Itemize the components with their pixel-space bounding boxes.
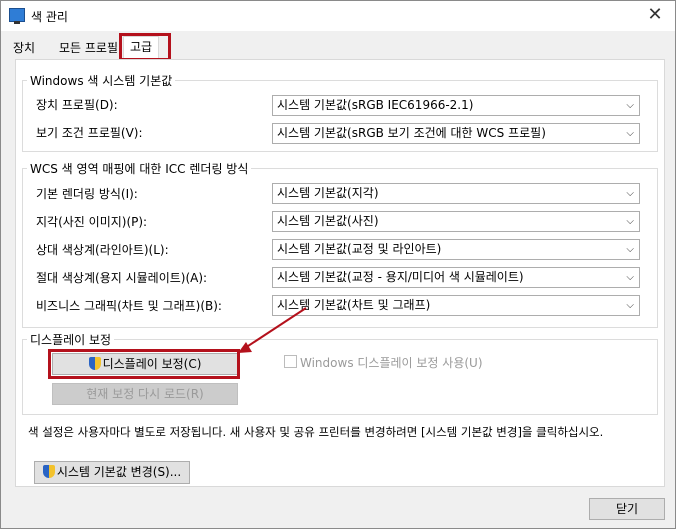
change-system-defaults-label: 시스템 기본값 변경(S)... [56, 465, 182, 479]
info-text: 색 설정은 사용자마다 별도로 저장됩니다. 새 사용자 및 공유 프린터를 변… [28, 425, 604, 439]
uac-shield-icon [42, 465, 55, 478]
close-window-button[interactable]: ✕ [641, 3, 669, 27]
monitor-icon [9, 8, 25, 24]
title-bar: 색 관리 ✕ [1, 1, 675, 31]
close-button[interactable]: 닫기 [589, 498, 665, 520]
tab-strip: 장치 모든 프로필 고급 [1, 36, 675, 60]
color-management-window: 색 관리 ✕ 장치 모든 프로필 고급 Windows 색 시스템 기본값 장치… [0, 0, 676, 529]
window-title: 색 관리 [31, 10, 68, 24]
tab-all-profiles[interactable]: 모든 프로필 [53, 38, 124, 58]
highlight-box-calibrate [48, 349, 240, 379]
tab-devices[interactable]: 장치 [7, 38, 41, 58]
highlight-box-tab [119, 33, 171, 61]
advanced-panel: Windows 색 시스템 기본값 장치 프로필(D): 시스템 기본값(sRG… [15, 59, 665, 487]
change-system-defaults-button[interactable]: 시스템 기본값 변경(S)... [34, 461, 190, 484]
annotation-arrow-icon [238, 307, 307, 353]
